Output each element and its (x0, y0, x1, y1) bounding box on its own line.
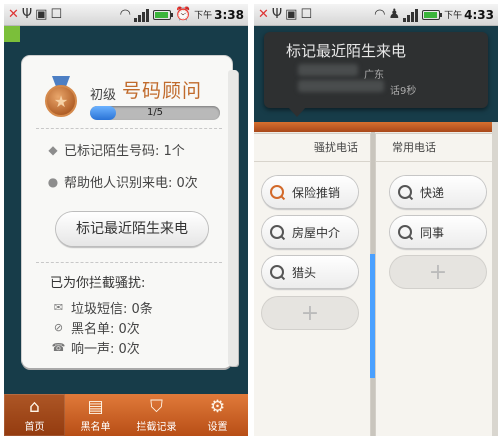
redacted-number (298, 64, 358, 76)
search-tag-icon (398, 185, 412, 199)
redacted-time (298, 80, 384, 92)
bottom-tab-bar: ⌂ 首页 ▤ 黑名单 ⛉ 拦截记录 ⚙ 设置 (4, 394, 248, 436)
stat-label: 已标记陌生号码: 1个 (64, 144, 185, 159)
tag-label: 房屋中介 (292, 225, 341, 240)
recent-call-popup[interactable]: 标记最近陌生来电 广东 话9秒 (264, 32, 488, 117)
tab-home[interactable]: ⌂ 首页 (4, 394, 65, 436)
status-time: 3:38 (214, 7, 244, 22)
mark-recent-call-button[interactable]: 标记最近陌生来电 (56, 212, 208, 246)
wifi-icon: ◠ (119, 7, 131, 22)
stat-label: 帮助他人识别来电: 0次 (64, 176, 198, 191)
profile-card: ★ 初级 号码顾问 1/5 ◆ 已标记陌生号码: 1个 ● 帮助他人识别来电: … (22, 56, 238, 368)
search-tag-icon (398, 225, 412, 239)
missed-call-icon: ✕ (258, 7, 269, 22)
tag-label: 同事 (420, 225, 445, 240)
popup-duration: 话9秒 (390, 86, 417, 97)
block-label: 垃圾短信: 0条 (71, 302, 153, 317)
tab-label: 首页 (24, 421, 45, 433)
stat-helped-others: ● 帮助他人识别来电: 0次 (46, 172, 198, 192)
block-row-blacklist: ⊘ 黑名单: 0次 (52, 318, 140, 337)
add-harass-tag-button[interactable]: + (262, 297, 358, 329)
medal-icon: ★ (44, 76, 78, 120)
status-time: 4:33 (464, 7, 494, 22)
tag-label: 快递 (420, 185, 445, 200)
blacklist-icon: ▤ (87, 396, 104, 417)
corner-marker (4, 26, 20, 42)
orange-header-band (254, 122, 498, 132)
battery-icon (152, 9, 173, 20)
tab-label: 拦截记录 (136, 421, 177, 433)
progress-text: 1/5 (146, 107, 164, 118)
signal-icon (403, 8, 419, 22)
block-label: 响一声: 0次 (71, 342, 140, 357)
block-label: 黑名单: 0次 (71, 322, 140, 337)
stat-marked-numbers: ◆ 已标记陌生号码: 1个 (46, 140, 185, 160)
divider (36, 128, 222, 129)
tag-icon: ◆ (48, 142, 58, 157)
popup-location: 广东 (364, 70, 384, 81)
tag-label: 猎头 (292, 265, 317, 280)
column-header: 常用电话 (376, 134, 498, 162)
gallery-icon: ▣ (285, 7, 298, 22)
block-summary-title: 已为你拦截骚扰: (50, 276, 146, 291)
gear-icon: ⚙ (209, 396, 226, 417)
signal-icon (133, 8, 150, 22)
right-edge-shadow (492, 122, 498, 436)
missed-call-icon: ✕ (8, 7, 19, 22)
status-ampm: 下午 (444, 11, 463, 21)
wifi-icon: ◠ (374, 7, 386, 22)
notification-icon: ☐ (300, 7, 313, 22)
level-label: 初级 (90, 88, 117, 103)
add-common-tag-button[interactable]: + (390, 256, 486, 288)
rank-title: 号码顾问 (122, 80, 203, 102)
ban-icon: ⊘ (53, 321, 64, 334)
usb-icon: Ψ (21, 7, 33, 22)
status-ampm: 下午 (194, 11, 213, 21)
tab-label: 设置 (207, 421, 228, 433)
envelope-icon: ✉ (53, 301, 64, 314)
tab-blacklist[interactable]: ▤ 黑名单 (65, 394, 126, 436)
tab-label: 黑名单 (80, 421, 111, 433)
phone-mark-screen: ✕ Ψ ▣ ☐ ◠ ♟ 下午 4:33 标记最近陌生来电 广东 话9秒 骚扰电话… (254, 4, 498, 436)
tag-label: 保险推销 (292, 185, 341, 200)
phone-home-screen: ✕ Ψ ▣ ☐ ◠ ⏰ 下午 3:38 ★ 初级 号码顾问 1/5 ◆ 已标记陌… (4, 4, 248, 436)
person-icon: ● (47, 174, 59, 189)
phone-icon: ☎ (51, 341, 66, 354)
penguin-icon: ♟ (388, 7, 401, 22)
tag-real-estate-agent[interactable]: 房屋中介 (262, 216, 358, 248)
tab-block-log[interactable]: ⛉ 拦截记录 (126, 394, 187, 436)
search-tag-icon (270, 265, 284, 279)
card-shadow-tab (228, 70, 238, 366)
divider (36, 262, 222, 263)
scroll-indicator[interactable] (370, 254, 375, 378)
tab-settings[interactable]: ⚙ 设置 (187, 394, 248, 436)
screenshot-root: ✕ Ψ ▣ ☐ ◠ ⏰ 下午 3:38 ★ 初级 号码顾问 1/5 ◆ 已标记陌… (0, 0, 500, 440)
gallery-icon: ▣ (35, 7, 48, 22)
home-icon: ⌂ (29, 396, 40, 417)
search-tag-icon (270, 185, 284, 199)
column-header: 骚扰电话 (254, 134, 370, 162)
tag-insurance-sales[interactable]: 保险推销 (262, 176, 358, 208)
popup-title: 标记最近陌生来电 (286, 42, 407, 60)
tag-colleague[interactable]: 同事 (390, 216, 486, 248)
level-progress-bar: 1/5 (90, 106, 220, 120)
status-bar: ✕ Ψ ▣ ☐ ◠ ♟ 下午 4:33 (254, 4, 498, 26)
notification-icon: ☐ (50, 7, 63, 22)
tag-headhunter[interactable]: 猎头 (262, 256, 358, 288)
block-row-one-ring: ☎ 响一声: 0次 (52, 338, 140, 357)
search-tag-icon (270, 225, 284, 239)
battery-icon (422, 9, 443, 20)
status-bar: ✕ Ψ ▣ ☐ ◠ ⏰ 下午 3:38 (4, 4, 248, 26)
shield-icon: ⛉ (150, 396, 163, 417)
usb-icon: Ψ (271, 7, 283, 22)
tag-courier[interactable]: 快递 (390, 176, 486, 208)
block-row-spam-sms: ✉ 垃圾短信: 0条 (52, 298, 153, 317)
alarm-icon: ⏰ (174, 7, 192, 22)
